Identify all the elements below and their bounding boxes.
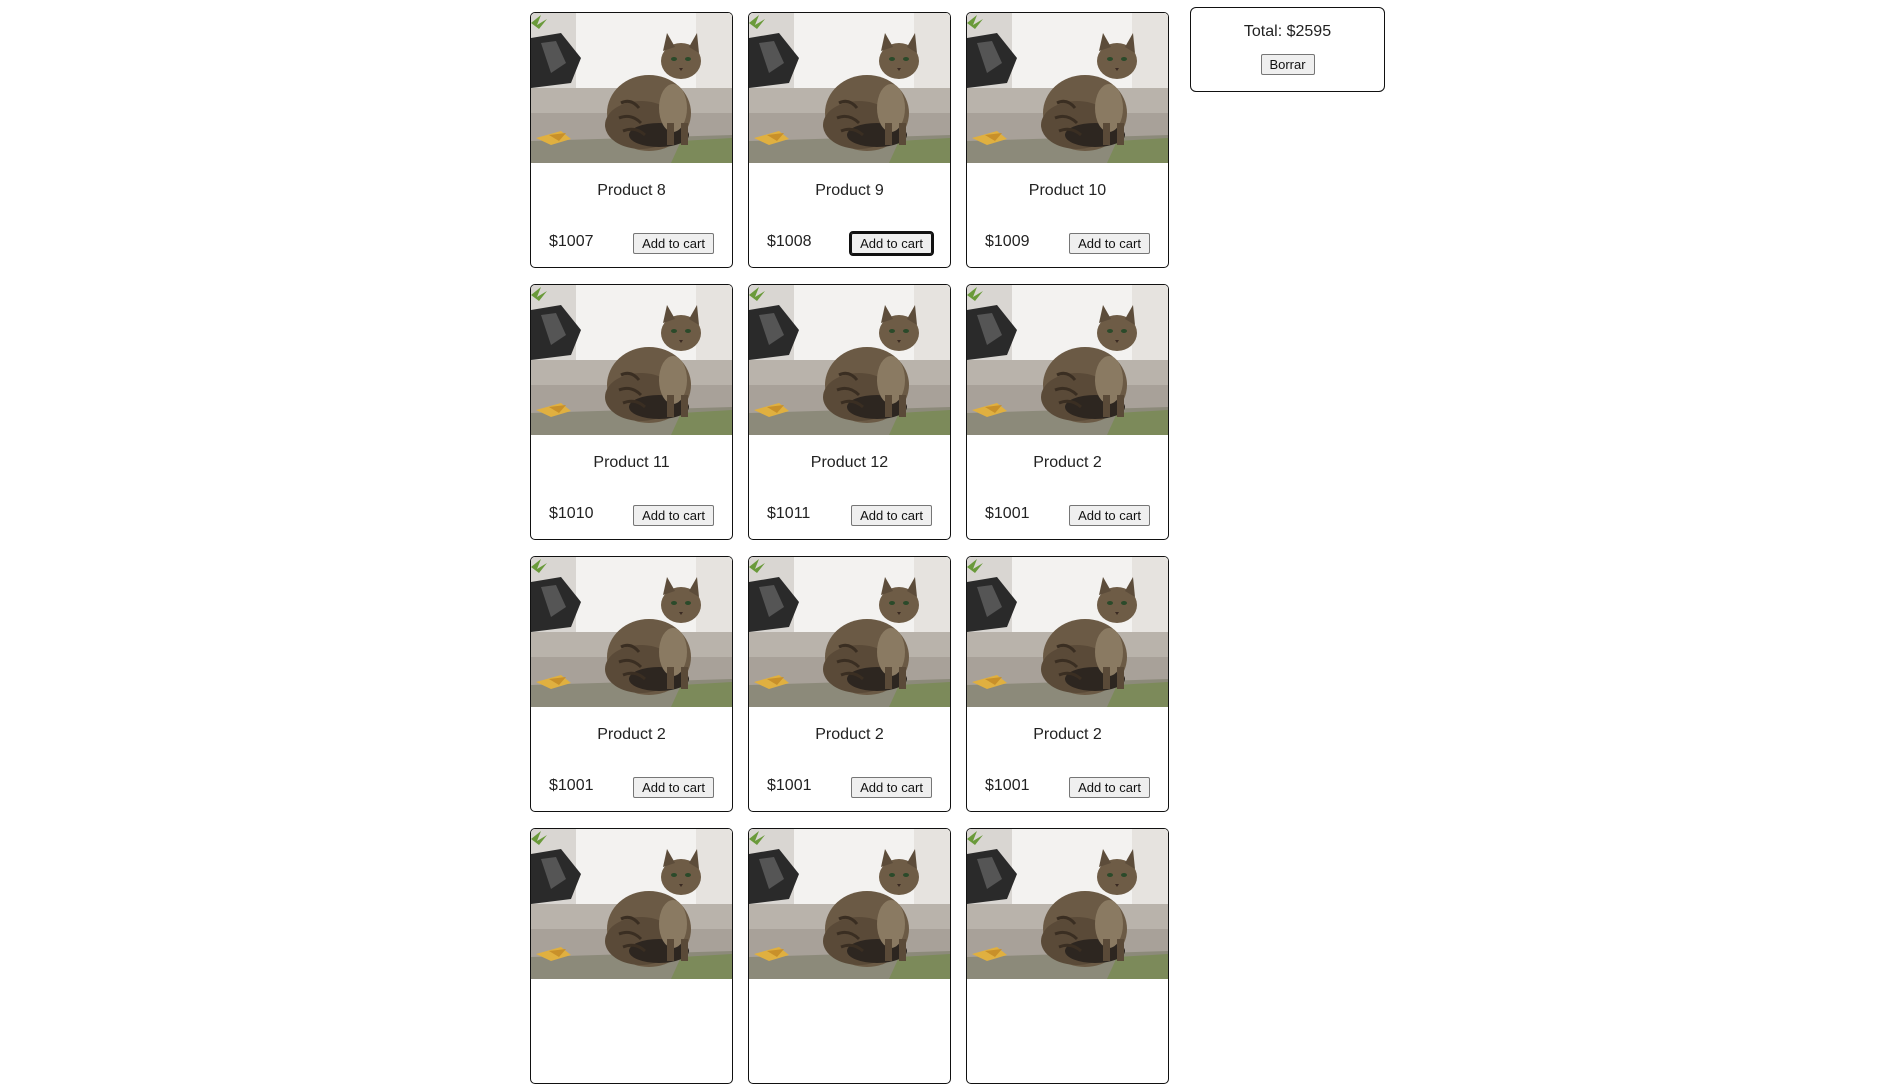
- add-to-cart-button[interactable]: Add to cart: [633, 505, 714, 526]
- product-name: Product 11: [593, 454, 670, 471]
- product-grid: Product 8 $1007 Add to cart Product 9 $1008 A…: [530, 12, 1180, 1084]
- product-card: Product 10 $1009 Add to cart: [966, 12, 1169, 268]
- product-card: [748, 828, 951, 1084]
- product-image: [531, 13, 732, 163]
- product-name: Product 12: [810, 454, 889, 471]
- product-name: Product 2: [1033, 454, 1102, 471]
- product-price: $1001: [549, 777, 594, 794]
- product-image: [531, 285, 732, 435]
- add-to-cart-button[interactable]: Add to cart: [1069, 233, 1150, 254]
- add-to-cart-button[interactable]: Add to cart: [633, 777, 714, 798]
- product-price: $1009: [985, 233, 1030, 250]
- product-card: Product 2 $1001 Add to cart: [966, 284, 1169, 540]
- product-card: Product 2 $1001 Add to cart: [530, 556, 733, 812]
- product-card: Product 2 $1001 Add to cart: [966, 556, 1169, 812]
- add-to-cart-button[interactable]: Add to cart: [633, 233, 714, 254]
- product-name: Product 10: [1028, 182, 1107, 199]
- product-image: [531, 557, 732, 707]
- cart-total: Total: $2595: [1243, 23, 1332, 40]
- add-to-cart-button[interactable]: Add to cart: [1069, 777, 1150, 798]
- product-image: [967, 285, 1168, 435]
- product-image: [749, 829, 950, 979]
- product-card: Product 8 $1007 Add to cart: [530, 12, 733, 268]
- product-image: [749, 557, 950, 707]
- product-price: $1008: [767, 233, 812, 250]
- product-image: [749, 13, 950, 163]
- product-name: Product 2: [597, 726, 666, 743]
- add-to-cart-button[interactable]: Add to cart: [1069, 505, 1150, 526]
- product-card: Product 12 $1011 Add to cart: [748, 284, 951, 540]
- product-name: Product 9: [815, 182, 884, 199]
- product-name: Product 2: [815, 726, 884, 743]
- product-price: $1010: [549, 505, 594, 522]
- product-image: [967, 557, 1168, 707]
- product-card: Product 9 $1008 Add to cart: [748, 12, 951, 268]
- add-to-cart-button[interactable]: Add to cart: [851, 777, 932, 798]
- product-price: $1001: [985, 505, 1030, 522]
- product-card: [530, 828, 733, 1084]
- product-price: $1001: [985, 777, 1030, 794]
- add-to-cart-button[interactable]: Add to cart: [849, 231, 934, 256]
- product-image: [967, 13, 1168, 163]
- add-to-cart-button[interactable]: Add to cart: [851, 505, 932, 526]
- product-name: Product 8: [597, 182, 666, 199]
- product-price: $1007: [549, 233, 594, 250]
- product-card: Product 11 $1010 Add to cart: [530, 284, 733, 540]
- product-image: [967, 829, 1168, 979]
- cart-summary: Total: $2595 Borrar: [1190, 7, 1385, 92]
- product-price: $1011: [767, 505, 811, 522]
- product-image: [749, 285, 950, 435]
- product-card: [966, 828, 1169, 1084]
- product-image: [531, 829, 732, 979]
- product-price: $1001: [767, 777, 812, 794]
- product-card: Product 2 $1001 Add to cart: [748, 556, 951, 812]
- product-name: Product 2: [1033, 726, 1102, 743]
- clear-cart-button[interactable]: Borrar: [1260, 54, 1315, 75]
